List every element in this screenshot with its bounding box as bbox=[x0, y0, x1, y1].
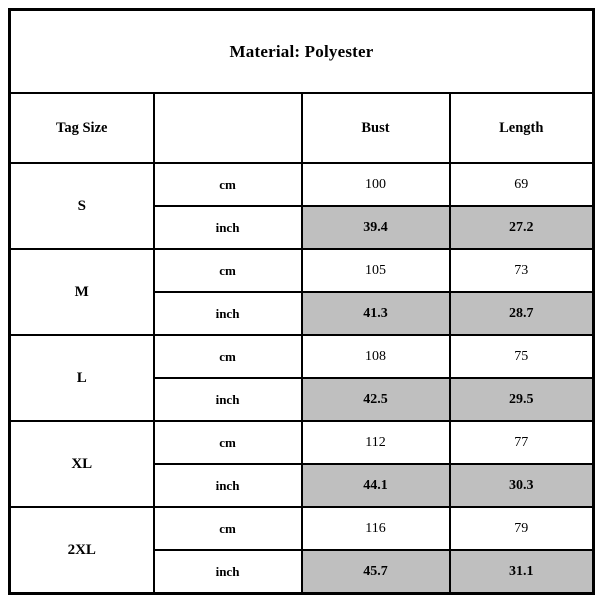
unit-cm-1: cm bbox=[152, 248, 303, 293]
unit-inch-2: inch bbox=[152, 377, 303, 422]
length-cm-3: 77 bbox=[448, 420, 595, 465]
bust-inch-4: 45.7 bbox=[300, 549, 451, 595]
length-cm-2: 75 bbox=[448, 334, 595, 379]
unit-inch-4: inch bbox=[152, 549, 303, 595]
bust-cm-3: 112 bbox=[300, 420, 451, 465]
table-row: XL cm 112 77 bbox=[8, 420, 595, 508]
header-unit bbox=[152, 92, 303, 164]
size-label-0: S bbox=[8, 162, 155, 250]
length-cm-0: 69 bbox=[448, 162, 595, 207]
length-inch-0: 27.2 bbox=[448, 205, 595, 250]
unit-cm-0: cm bbox=[152, 162, 303, 207]
unit-cm-4: cm bbox=[152, 506, 303, 551]
length-inch-4: 31.1 bbox=[448, 549, 595, 595]
bust-inch-1: 41.3 bbox=[300, 291, 451, 336]
unit-inch-0: inch bbox=[152, 205, 303, 250]
size-label-1: M bbox=[8, 248, 155, 336]
size-label-3: XL bbox=[8, 420, 155, 508]
title-row: Material: Polyester bbox=[8, 8, 595, 94]
bust-cm-1: 105 bbox=[300, 248, 451, 293]
length-inch-2: 29.5 bbox=[448, 377, 595, 422]
unit-inch-1: inch bbox=[152, 291, 303, 336]
bust-inch-0: 39.4 bbox=[300, 205, 451, 250]
table-row: S cm 100 69 bbox=[8, 162, 595, 250]
header-tag-size: Tag Size bbox=[8, 92, 155, 164]
length-cm-1: 73 bbox=[448, 248, 595, 293]
length-cm-4: 79 bbox=[448, 506, 595, 551]
size-label-2: L bbox=[8, 334, 155, 422]
unit-cm-2: cm bbox=[152, 334, 303, 379]
header-length: Length bbox=[448, 92, 595, 164]
bust-inch-2: 42.5 bbox=[300, 377, 451, 422]
bust-inch-3: 44.1 bbox=[300, 463, 451, 508]
table-row: L cm 108 75 bbox=[8, 334, 595, 422]
bust-cm-0: 100 bbox=[300, 162, 451, 207]
table-row: M cm 105 73 bbox=[8, 248, 595, 336]
table-row: 2XL cm 116 79 bbox=[8, 506, 595, 595]
length-inch-1: 28.7 bbox=[448, 291, 595, 336]
bust-cm-4: 116 bbox=[300, 506, 451, 551]
length-inch-3: 30.3 bbox=[448, 463, 595, 508]
size-chart-page: Material: Polyester Tag Size Bust Length… bbox=[0, 0, 600, 600]
header-bust: Bust bbox=[300, 92, 451, 164]
bust-cm-2: 108 bbox=[300, 334, 451, 379]
header-row: Tag Size Bust Length bbox=[8, 92, 595, 164]
unit-inch-3: inch bbox=[152, 463, 303, 508]
material-title: Material: Polyester bbox=[8, 8, 595, 94]
unit-cm-3: cm bbox=[152, 420, 303, 465]
size-chart-body: Material: Polyester Tag Size Bust Length… bbox=[8, 8, 595, 595]
size-label-4: 2XL bbox=[8, 506, 155, 595]
size-chart-table: Material: Polyester Tag Size Bust Length… bbox=[8, 8, 596, 595]
